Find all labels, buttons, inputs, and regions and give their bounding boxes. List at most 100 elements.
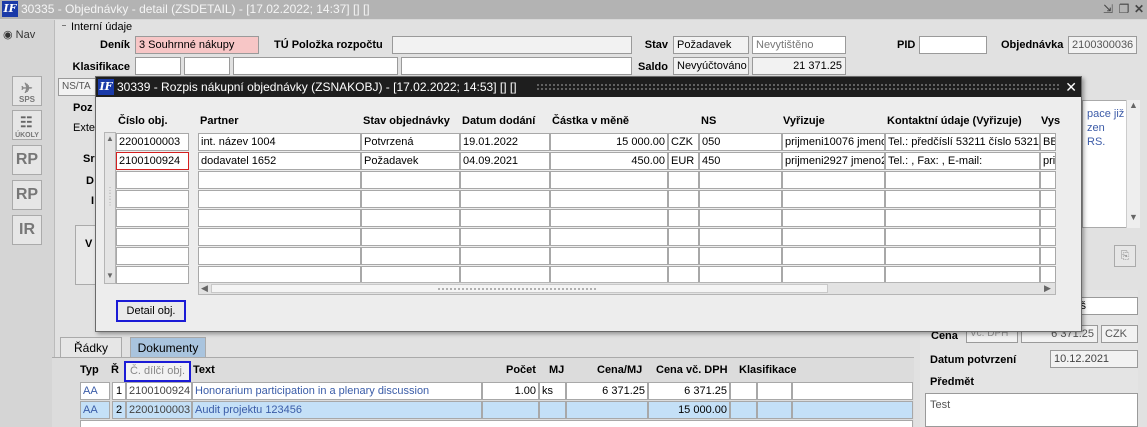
ukoly-button[interactable]: ☷ ÚKOLY bbox=[12, 110, 42, 140]
modal-grid-empty-cell[interactable] bbox=[699, 228, 782, 246]
col-cislo-dilci-obj[interactable]: Č. dílčí obj. bbox=[124, 361, 191, 382]
modal-grid-empty-cell[interactable] bbox=[668, 190, 699, 208]
tu-polozka-field[interactable] bbox=[392, 36, 632, 54]
klasifikace-field-1[interactable] bbox=[135, 57, 181, 75]
stav-field[interactable]: Požadavek bbox=[673, 36, 749, 54]
klasifikace-field-2[interactable] bbox=[184, 57, 230, 75]
modal-grid-empty-cell[interactable] bbox=[885, 247, 1040, 265]
modal-grid-empty-cell[interactable] bbox=[782, 190, 885, 208]
modal-grid-empty-cell[interactable] bbox=[198, 171, 361, 189]
objednavka-field[interactable]: 2100300036 bbox=[1068, 36, 1137, 54]
row-cislo[interactable]: 2200100003 bbox=[126, 401, 192, 419]
modal-grid-empty-cell[interactable] bbox=[361, 190, 460, 208]
minimize-icon[interactable]: ⇲ bbox=[1101, 2, 1115, 16]
modal-grid-empty-cell[interactable] bbox=[361, 247, 460, 265]
modal-grid-empty-cell[interactable] bbox=[361, 228, 460, 246]
modal-grid-empty-cell[interactable] bbox=[668, 247, 699, 265]
modal-grid-empty-cell[interactable] bbox=[198, 190, 361, 208]
modal-grid-empty-cell[interactable] bbox=[198, 247, 361, 265]
row-klas-2[interactable] bbox=[757, 401, 792, 419]
row-text[interactable]: Honorarium participation in a plenary di… bbox=[192, 382, 482, 400]
modal-grid-cell[interactable]: 15 000.00 bbox=[550, 133, 668, 151]
rp-button-2[interactable]: RP bbox=[12, 180, 42, 210]
modal-grid-cell[interactable]: 19.01.2022 bbox=[460, 133, 550, 151]
modal-grid-empty-cell[interactable] bbox=[699, 247, 782, 265]
row-r[interactable]: 2 bbox=[112, 401, 126, 419]
modal-grid-empty-cell[interactable] bbox=[550, 190, 668, 208]
modal-grid-empty-cell[interactable] bbox=[782, 247, 885, 265]
modal-grid-hscroll[interactable]: ◀ ▶ bbox=[198, 282, 1056, 295]
row-pocet[interactable] bbox=[482, 401, 539, 419]
modal-grid-empty-cell[interactable] bbox=[668, 209, 699, 227]
row-mj[interactable] bbox=[539, 401, 566, 419]
row-typ[interactable]: AA bbox=[80, 401, 110, 419]
modal-grid-empty-cell[interactable] bbox=[460, 190, 550, 208]
modal-grid-empty-cell[interactable] bbox=[116, 190, 189, 208]
lookup-button[interactable]: ⎘ bbox=[1114, 245, 1136, 267]
row-klas-2[interactable] bbox=[757, 382, 792, 400]
modal-grid-cell[interactable]: 2200100003 bbox=[116, 133, 189, 151]
row-cena-dph[interactable]: 6 371.25 bbox=[648, 382, 730, 400]
row-pocet[interactable]: 1.00 bbox=[482, 382, 539, 400]
saldo-amount-field[interactable]: 21 371.25 bbox=[752, 57, 846, 75]
modal-grid-cell[interactable]: 04.09.2021 bbox=[460, 152, 550, 170]
modal-grid-empty-cell[interactable] bbox=[1040, 209, 1056, 227]
modal-grid-empty-cell[interactable] bbox=[885, 190, 1040, 208]
modal-grid-cell[interactable]: Potvrzená bbox=[361, 133, 460, 151]
modal-grid-empty-cell[interactable] bbox=[198, 228, 361, 246]
modal-grid-empty-cell[interactable] bbox=[1040, 171, 1056, 189]
modal-grid-empty-cell[interactable] bbox=[668, 171, 699, 189]
row-r[interactable]: 1 bbox=[112, 382, 126, 400]
klasifikace-field-4[interactable] bbox=[401, 57, 632, 75]
modal-grid-cell[interactable]: 050 bbox=[699, 133, 782, 151]
modal-grid-empty-cell[interactable] bbox=[1040, 247, 1056, 265]
modal-grid-cell-selected[interactable]: 2100100924 bbox=[116, 152, 189, 170]
modal-grid-empty-cell[interactable] bbox=[460, 209, 550, 227]
row-mj[interactable]: ks bbox=[539, 382, 566, 400]
denik-field[interactable]: 3 Souhrnné nákupy bbox=[135, 36, 259, 54]
tab-radky[interactable]: Řádky bbox=[60, 337, 122, 358]
row-klas-3[interactable] bbox=[792, 382, 913, 400]
rp-button-1[interactable]: RP bbox=[12, 145, 42, 175]
modal-grid-empty-cell[interactable] bbox=[1040, 190, 1056, 208]
modal-grid-empty-cell[interactable] bbox=[116, 171, 189, 189]
modal-grid-empty-cell[interactable] bbox=[1040, 228, 1056, 246]
modal-grid-cell[interactable]: BB bbox=[1040, 133, 1056, 151]
modal-grid-cell[interactable]: prijmeni2927 jmeno2 bbox=[782, 152, 885, 170]
modal-grid-empty-cell[interactable] bbox=[550, 171, 668, 189]
modal-grid-cell[interactable]: int. název 1004 bbox=[198, 133, 361, 151]
row-klas-1[interactable] bbox=[730, 382, 757, 400]
modal-grid-empty-cell[interactable] bbox=[116, 247, 189, 265]
modal-grid-empty-cell[interactable] bbox=[361, 209, 460, 227]
restore-icon[interactable]: ❐ bbox=[1117, 2, 1131, 16]
modal-close-icon[interactable]: ✕ bbox=[1065, 79, 1077, 95]
modal-grid-empty-cell[interactable] bbox=[550, 209, 668, 227]
modal-grid-empty-cell[interactable] bbox=[460, 247, 550, 265]
pid-field[interactable] bbox=[919, 36, 987, 54]
modal-grid-empty-cell[interactable] bbox=[885, 209, 1040, 227]
row-klas-1[interactable] bbox=[730, 401, 757, 419]
modal-grid-empty-cell[interactable] bbox=[885, 228, 1040, 246]
modal-grid-vscroll[interactable]: ▲ ⋮ ⋮ ⋮ ▼ bbox=[104, 132, 116, 284]
ns-ta-tab[interactable]: NS/TA bbox=[58, 78, 96, 96]
modal-grid-empty-cell[interactable] bbox=[198, 209, 361, 227]
row-cena-mj[interactable] bbox=[566, 401, 648, 419]
modal-grid-empty-cell[interactable] bbox=[699, 190, 782, 208]
modal-grid-cell[interactable]: EUR bbox=[668, 152, 699, 170]
predmet-field[interactable]: Test bbox=[925, 393, 1138, 427]
row-text[interactable]: Audit projektu 123456 bbox=[192, 401, 482, 419]
modal-grid-empty-cell[interactable] bbox=[460, 228, 550, 246]
row-typ[interactable]: AA bbox=[80, 382, 110, 400]
modal-grid-cell[interactable]: prij bbox=[1040, 152, 1056, 170]
modal-grid-empty-cell[interactable] bbox=[116, 266, 189, 284]
table-row-empty[interactable] bbox=[80, 420, 913, 427]
modal-grid-empty-cell[interactable] bbox=[782, 171, 885, 189]
detail-obj-button[interactable]: Detail obj. bbox=[116, 300, 186, 322]
modal-grid-empty-cell[interactable] bbox=[782, 228, 885, 246]
ir-button[interactable]: IR bbox=[12, 215, 42, 245]
modal-grid-empty-cell[interactable] bbox=[668, 228, 699, 246]
modal-grid-empty-cell[interactable] bbox=[460, 171, 550, 189]
row-cena-dph[interactable]: 15 000.00 bbox=[648, 401, 730, 419]
modal-grid-cell[interactable]: CZK bbox=[668, 133, 699, 151]
modal-grid-empty-cell[interactable] bbox=[699, 209, 782, 227]
